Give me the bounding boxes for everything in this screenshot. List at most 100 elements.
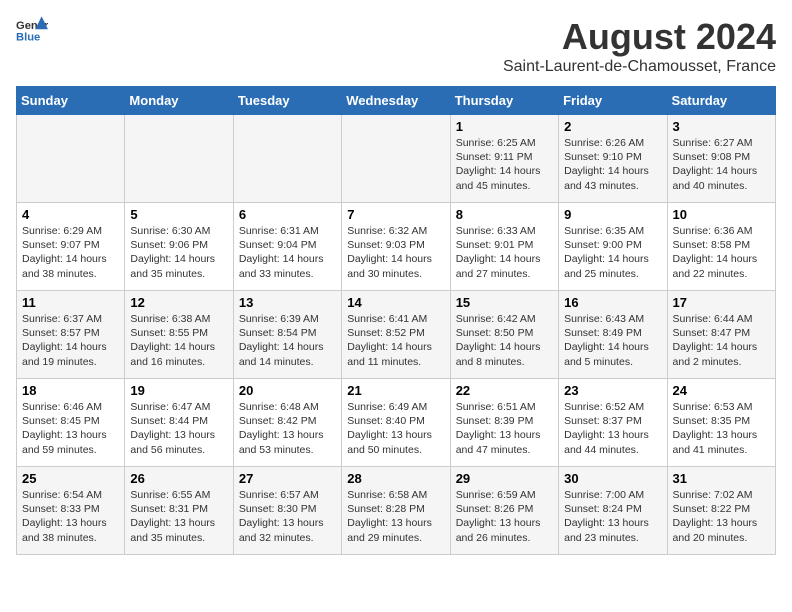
title-area: August 2024 Saint-Laurent-de-Chamousset,…: [503, 16, 776, 76]
svg-text:Blue: Blue: [16, 31, 40, 43]
calendar-week-4: 18Sunrise: 6:46 AM Sunset: 8:45 PM Dayli…: [17, 379, 776, 467]
weekday-header-monday: Monday: [125, 87, 233, 115]
calendar-cell: 27 Sunrise: 6:57 AM Sunset: 8:30 PM Dayli…: [233, 467, 341, 555]
day-info: Sunrise: 7:02 AM Sunset: 8:22 PM Dayligh…: [673, 488, 770, 545]
day-number: 20: [239, 383, 336, 398]
day-info: Sunrise: 6:42 AM Sunset: 8:50 PM Dayligh…: [456, 312, 553, 369]
day-number: 1: [456, 119, 553, 134]
day-number: 10: [673, 207, 770, 222]
calendar-cell: 25 Sunrise: 6:54 AM Sunset: 8:33 PM Dayli…: [17, 467, 125, 555]
day-number: 12: [130, 295, 227, 310]
day-info: Sunrise: 6:30 AM Sunset: 9:06 PM Dayligh…: [130, 224, 227, 281]
calendar-cell: 3 Sunrise: 6:27 AM Sunset: 9:08 PM Daylig…: [667, 115, 775, 203]
day-number: 19: [130, 383, 227, 398]
day-number: 22: [456, 383, 553, 398]
calendar-cell: 26 Sunrise: 6:55 AM Sunset: 8:31 PM Dayli…: [125, 467, 233, 555]
day-number: 30: [564, 471, 661, 486]
day-number: 26: [130, 471, 227, 486]
calendar-cell: [17, 115, 125, 203]
calendar-header-row: SundayMondayTuesdayWednesdayThursdayFrid…: [17, 87, 776, 115]
calendar-cell: 18Sunrise: 6:46 AM Sunset: 8:45 PM Dayli…: [17, 379, 125, 467]
calendar-cell: 6 Sunrise: 6:31 AM Sunset: 9:04 PM Daylig…: [233, 203, 341, 291]
day-info: Sunrise: 6:41 AM Sunset: 8:52 PM Dayligh…: [347, 312, 444, 369]
day-number: 5: [130, 207, 227, 222]
day-info: Sunrise: 6:46 AM Sunset: 8:45 PM Dayligh…: [22, 400, 119, 457]
day-info: Sunrise: 6:57 AM Sunset: 8:30 PM Dayligh…: [239, 488, 336, 545]
calendar-week-3: 11Sunrise: 6:37 AM Sunset: 8:57 PM Dayli…: [17, 291, 776, 379]
day-number: 21: [347, 383, 444, 398]
day-number: 27: [239, 471, 336, 486]
logo-icon: General Blue: [16, 16, 48, 44]
calendar-week-5: 25 Sunrise: 6:54 AM Sunset: 8:33 PM Dayli…: [17, 467, 776, 555]
weekday-header-saturday: Saturday: [667, 87, 775, 115]
day-info: Sunrise: 6:37 AM Sunset: 8:57 PM Dayligh…: [22, 312, 119, 369]
day-number: 24: [673, 383, 770, 398]
day-number: 25: [22, 471, 119, 486]
calendar-cell: [125, 115, 233, 203]
day-number: 4: [22, 207, 119, 222]
calendar-cell: 5 Sunrise: 6:30 AM Sunset: 9:06 PM Daylig…: [125, 203, 233, 291]
calendar-cell: [233, 115, 341, 203]
day-number: 15: [456, 295, 553, 310]
day-info: Sunrise: 6:54 AM Sunset: 8:33 PM Dayligh…: [22, 488, 119, 545]
calendar-cell: 23 Sunrise: 6:52 AM Sunset: 8:37 PM Dayli…: [559, 379, 667, 467]
calendar-cell: 2Sunrise: 6:26 AM Sunset: 9:10 PM Daylig…: [559, 115, 667, 203]
day-number: 17: [673, 295, 770, 310]
day-number: 6: [239, 207, 336, 222]
day-info: Sunrise: 6:29 AM Sunset: 9:07 PM Dayligh…: [22, 224, 119, 281]
day-info: Sunrise: 6:48 AM Sunset: 8:42 PM Dayligh…: [239, 400, 336, 457]
day-info: Sunrise: 6:52 AM Sunset: 8:37 PM Dayligh…: [564, 400, 661, 457]
day-info: Sunrise: 6:53 AM Sunset: 8:35 PM Dayligh…: [673, 400, 770, 457]
calendar-cell: 8Sunrise: 6:33 AM Sunset: 9:01 PM Daylig…: [450, 203, 558, 291]
calendar-cell: 14Sunrise: 6:41 AM Sunset: 8:52 PM Dayli…: [342, 291, 450, 379]
location-subtitle: Saint-Laurent-de-Chamousset, France: [503, 58, 776, 76]
day-info: Sunrise: 6:44 AM Sunset: 8:47 PM Dayligh…: [673, 312, 770, 369]
calendar-cell: 20 Sunrise: 6:48 AM Sunset: 8:42 PM Dayli…: [233, 379, 341, 467]
month-title: August 2024: [503, 16, 776, 58]
calendar-cell: 4 Sunrise: 6:29 AM Sunset: 9:07 PM Daylig…: [17, 203, 125, 291]
calendar-cell: 29Sunrise: 6:59 AM Sunset: 8:26 PM Dayli…: [450, 467, 558, 555]
calendar-cell: 19 Sunrise: 6:47 AM Sunset: 8:44 PM Dayli…: [125, 379, 233, 467]
weekday-header-thursday: Thursday: [450, 87, 558, 115]
calendar-cell: 11Sunrise: 6:37 AM Sunset: 8:57 PM Dayli…: [17, 291, 125, 379]
calendar-cell: 16 Sunrise: 6:43 AM Sunset: 8:49 PM Dayli…: [559, 291, 667, 379]
calendar-cell: 17 Sunrise: 6:44 AM Sunset: 8:47 PM Dayli…: [667, 291, 775, 379]
day-info: Sunrise: 6:31 AM Sunset: 9:04 PM Dayligh…: [239, 224, 336, 281]
day-info: Sunrise: 6:39 AM Sunset: 8:54 PM Dayligh…: [239, 312, 336, 369]
weekday-header-wednesday: Wednesday: [342, 87, 450, 115]
calendar-week-2: 4 Sunrise: 6:29 AM Sunset: 9:07 PM Daylig…: [17, 203, 776, 291]
day-info: Sunrise: 6:47 AM Sunset: 8:44 PM Dayligh…: [130, 400, 227, 457]
day-info: Sunrise: 6:35 AM Sunset: 9:00 PM Dayligh…: [564, 224, 661, 281]
calendar-cell: 7 Sunrise: 6:32 AM Sunset: 9:03 PM Daylig…: [342, 203, 450, 291]
calendar-cell: 31Sunrise: 7:02 AM Sunset: 8:22 PM Dayli…: [667, 467, 775, 555]
day-number: 23: [564, 383, 661, 398]
day-number: 7: [347, 207, 444, 222]
calendar-table: SundayMondayTuesdayWednesdayThursdayFrid…: [16, 86, 776, 555]
day-number: 28: [347, 471, 444, 486]
header: General Blue August 2024 Saint-Laurent-d…: [16, 16, 776, 76]
calendar-cell: 9Sunrise: 6:35 AM Sunset: 9:00 PM Daylig…: [559, 203, 667, 291]
day-info: Sunrise: 6:32 AM Sunset: 9:03 PM Dayligh…: [347, 224, 444, 281]
day-info: Sunrise: 6:49 AM Sunset: 8:40 PM Dayligh…: [347, 400, 444, 457]
day-number: 16: [564, 295, 661, 310]
day-info: Sunrise: 6:43 AM Sunset: 8:49 PM Dayligh…: [564, 312, 661, 369]
calendar-cell: [342, 115, 450, 203]
day-info: Sunrise: 6:59 AM Sunset: 8:26 PM Dayligh…: [456, 488, 553, 545]
calendar-cell: 22Sunrise: 6:51 AM Sunset: 8:39 PM Dayli…: [450, 379, 558, 467]
day-number: 3: [673, 119, 770, 134]
day-info: Sunrise: 6:38 AM Sunset: 8:55 PM Dayligh…: [130, 312, 227, 369]
day-info: Sunrise: 6:33 AM Sunset: 9:01 PM Dayligh…: [456, 224, 553, 281]
weekday-header-tuesday: Tuesday: [233, 87, 341, 115]
calendar-cell: 24 Sunrise: 6:53 AM Sunset: 8:35 PM Dayli…: [667, 379, 775, 467]
day-info: Sunrise: 6:55 AM Sunset: 8:31 PM Dayligh…: [130, 488, 227, 545]
calendar-body: 1Sunrise: 6:25 AM Sunset: 9:11 PM Daylig…: [17, 115, 776, 555]
calendar-cell: 12 Sunrise: 6:38 AM Sunset: 8:55 PM Dayli…: [125, 291, 233, 379]
day-info: Sunrise: 6:36 AM Sunset: 8:58 PM Dayligh…: [673, 224, 770, 281]
calendar-cell: 10 Sunrise: 6:36 AM Sunset: 8:58 PM Dayli…: [667, 203, 775, 291]
day-info: Sunrise: 6:27 AM Sunset: 9:08 PM Dayligh…: [673, 136, 770, 193]
logo: General Blue: [16, 16, 48, 44]
weekday-header-sunday: Sunday: [17, 87, 125, 115]
day-info: Sunrise: 7:00 AM Sunset: 8:24 PM Dayligh…: [564, 488, 661, 545]
calendar-cell: 21 Sunrise: 6:49 AM Sunset: 8:40 PM Dayli…: [342, 379, 450, 467]
calendar-cell: 15 Sunrise: 6:42 AM Sunset: 8:50 PM Dayli…: [450, 291, 558, 379]
